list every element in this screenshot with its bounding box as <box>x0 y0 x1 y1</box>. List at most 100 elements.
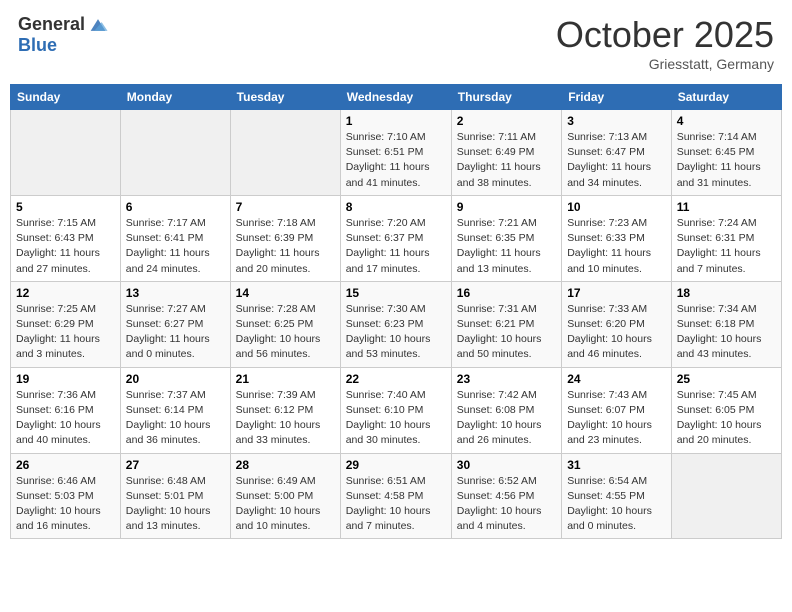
day-info: Sunrise: 6:52 AMSunset: 4:56 PMDaylight:… <box>457 474 556 535</box>
table-row: 13Sunrise: 7:27 AMSunset: 6:27 PMDayligh… <box>120 281 230 367</box>
calendar-week-3: 12 Sunrise: 7:25 AMSunset: 6:29 PMDayligh… <box>11 281 782 367</box>
day-info: Sunrise: 7:20 AMSunset: 6:37 PMDaylight:… <box>346 216 446 277</box>
logo-blue-text: Blue <box>18 36 57 56</box>
day-number: 16 <box>457 286 556 300</box>
calendar-week-4: 19Sunrise: 7:36 AMSunset: 6:16 PMDayligh… <box>11 367 782 453</box>
day-number: 27 <box>126 458 225 472</box>
table-row: 31 Sunrise: 6:54 AMSunset: 4:55 PMDayligh… <box>562 453 672 539</box>
day-info: Sunrise: 7:13 AMSunset: 6:47 PMDaylight:… <box>567 130 666 191</box>
table-row: 2Sunrise: 7:11 AMSunset: 6:49 PMDaylight… <box>451 110 561 196</box>
table-row <box>120 110 230 196</box>
day-number: 10 <box>567 200 666 214</box>
day-number: 4 <box>677 114 776 128</box>
table-row: 7 Sunrise: 7:18 AMSunset: 6:39 PMDaylight… <box>230 195 340 281</box>
table-row: 16 Sunrise: 7:31 AMSunset: 6:21 PMDayligh… <box>451 281 561 367</box>
day-info: Sunrise: 7:24 AMSunset: 6:31 PMDaylight:… <box>677 216 776 277</box>
day-number: 26 <box>16 458 115 472</box>
day-info: Sunrise: 7:25 AMSunset: 6:29 PMDaylight:… <box>16 302 115 363</box>
table-row: 21Sunrise: 7:39 AMSunset: 6:12 PMDayligh… <box>230 367 340 453</box>
table-row: 10 Sunrise: 7:23 AMSunset: 6:33 PMDayligh… <box>562 195 672 281</box>
month-title: October 2025 <box>556 14 774 56</box>
day-info: Sunrise: 6:48 AMSunset: 5:01 PMDaylight:… <box>126 474 225 535</box>
table-row: 4 Sunrise: 7:14 AMSunset: 6:45 PMDaylight… <box>671 110 781 196</box>
header-saturday: Saturday <box>671 85 781 110</box>
day-info: Sunrise: 7:45 AMSunset: 6:05 PMDaylight:… <box>677 388 776 449</box>
calendar-week-2: 5Sunrise: 7:15 AMSunset: 6:43 PMDaylight… <box>11 195 782 281</box>
day-info: Sunrise: 7:42 AMSunset: 6:08 PMDaylight:… <box>457 388 556 449</box>
table-row: 9 Sunrise: 7:21 AMSunset: 6:35 PMDaylight… <box>451 195 561 281</box>
table-row: 18Sunrise: 7:34 AMSunset: 6:18 PMDayligh… <box>671 281 781 367</box>
table-row: 25 Sunrise: 7:45 AMSunset: 6:05 PMDayligh… <box>671 367 781 453</box>
day-number: 22 <box>346 372 446 386</box>
day-number: 24 <box>567 372 666 386</box>
day-info: Sunrise: 7:23 AMSunset: 6:33 PMDaylight:… <box>567 216 666 277</box>
table-row: 15Sunrise: 7:30 AMSunset: 6:23 PMDayligh… <box>340 281 451 367</box>
day-number: 5 <box>16 200 115 214</box>
day-number: 21 <box>236 372 335 386</box>
day-info: Sunrise: 7:18 AMSunset: 6:39 PMDaylight:… <box>236 216 335 277</box>
day-info: Sunrise: 6:51 AMSunset: 4:58 PMDaylight:… <box>346 474 446 535</box>
table-row: 28Sunrise: 6:49 AMSunset: 5:00 PMDayligh… <box>230 453 340 539</box>
logo-icon <box>87 14 109 36</box>
day-number: 3 <box>567 114 666 128</box>
day-number: 23 <box>457 372 556 386</box>
table-row: 20 Sunrise: 7:37 AMSunset: 6:14 PMDayligh… <box>120 367 230 453</box>
day-info: Sunrise: 7:14 AMSunset: 6:45 PMDaylight:… <box>677 130 776 191</box>
page-container: General Blue October 2025 Griesstatt, Ge… <box>10 10 782 539</box>
calendar-week-1: 1Sunrise: 7:10 AMSunset: 6:51 PMDaylight… <box>11 110 782 196</box>
day-number: 14 <box>236 286 335 300</box>
day-info: Sunrise: 6:46 AMSunset: 5:03 PMDaylight:… <box>16 474 115 535</box>
table-row: 22 Sunrise: 7:40 AMSunset: 6:10 PMDayligh… <box>340 367 451 453</box>
day-info: Sunrise: 6:49 AMSunset: 5:00 PMDaylight:… <box>236 474 335 535</box>
day-info: Sunrise: 7:43 AMSunset: 6:07 PMDaylight:… <box>567 388 666 449</box>
table-row: 12 Sunrise: 7:25 AMSunset: 6:29 PMDayligh… <box>11 281 121 367</box>
day-number: 13 <box>126 286 225 300</box>
table-row <box>671 453 781 539</box>
header: General Blue October 2025 Griesstatt, Ge… <box>10 10 782 76</box>
day-number: 25 <box>677 372 776 386</box>
calendar-table: Sunday Monday Tuesday Wednesday Thursday… <box>10 84 782 539</box>
day-info: Sunrise: 7:17 AMSunset: 6:41 PMDaylight:… <box>126 216 225 277</box>
day-info: Sunrise: 7:33 AMSunset: 6:20 PMDaylight:… <box>567 302 666 363</box>
header-sunday: Sunday <box>11 85 121 110</box>
table-row: 26 Sunrise: 6:46 AMSunset: 5:03 PMDayligh… <box>11 453 121 539</box>
day-number: 12 <box>16 286 115 300</box>
day-number: 1 <box>346 114 446 128</box>
header-monday: Monday <box>120 85 230 110</box>
table-row: 24 Sunrise: 7:43 AMSunset: 6:07 PMDayligh… <box>562 367 672 453</box>
calendar-header-row: Sunday Monday Tuesday Wednesday Thursday… <box>11 85 782 110</box>
logo-general-text: General <box>18 15 85 35</box>
day-info: Sunrise: 7:21 AMSunset: 6:35 PMDaylight:… <box>457 216 556 277</box>
day-number: 20 <box>126 372 225 386</box>
table-row: 8 Sunrise: 7:20 AMSunset: 6:37 PMDaylight… <box>340 195 451 281</box>
day-number: 6 <box>126 200 225 214</box>
title-block: October 2025 Griesstatt, Germany <box>556 14 774 72</box>
location-title: Griesstatt, Germany <box>556 56 774 72</box>
day-number: 8 <box>346 200 446 214</box>
logo: General Blue <box>18 14 109 56</box>
header-tuesday: Tuesday <box>230 85 340 110</box>
table-row: 30Sunrise: 6:52 AMSunset: 4:56 PMDayligh… <box>451 453 561 539</box>
day-info: Sunrise: 7:31 AMSunset: 6:21 PMDaylight:… <box>457 302 556 363</box>
table-row: 1Sunrise: 7:10 AMSunset: 6:51 PMDaylight… <box>340 110 451 196</box>
day-number: 7 <box>236 200 335 214</box>
table-row: 11Sunrise: 7:24 AMSunset: 6:31 PMDayligh… <box>671 195 781 281</box>
day-number: 2 <box>457 114 556 128</box>
table-row: 23 Sunrise: 7:42 AMSunset: 6:08 PMDayligh… <box>451 367 561 453</box>
day-number: 15 <box>346 286 446 300</box>
day-number: 17 <box>567 286 666 300</box>
table-row <box>11 110 121 196</box>
table-row: 27 Sunrise: 6:48 AMSunset: 5:01 PMDayligh… <box>120 453 230 539</box>
table-row: 6 Sunrise: 7:17 AMSunset: 6:41 PMDaylight… <box>120 195 230 281</box>
calendar-week-5: 26 Sunrise: 6:46 AMSunset: 5:03 PMDayligh… <box>11 453 782 539</box>
table-row: 19Sunrise: 7:36 AMSunset: 6:16 PMDayligh… <box>11 367 121 453</box>
header-wednesday: Wednesday <box>340 85 451 110</box>
day-number: 9 <box>457 200 556 214</box>
day-info: Sunrise: 7:36 AMSunset: 6:16 PMDaylight:… <box>16 388 115 449</box>
table-row <box>230 110 340 196</box>
day-info: Sunrise: 7:40 AMSunset: 6:10 PMDaylight:… <box>346 388 446 449</box>
day-number: 31 <box>567 458 666 472</box>
day-info: Sunrise: 7:37 AMSunset: 6:14 PMDaylight:… <box>126 388 225 449</box>
day-number: 18 <box>677 286 776 300</box>
day-info: Sunrise: 6:54 AMSunset: 4:55 PMDaylight:… <box>567 474 666 535</box>
